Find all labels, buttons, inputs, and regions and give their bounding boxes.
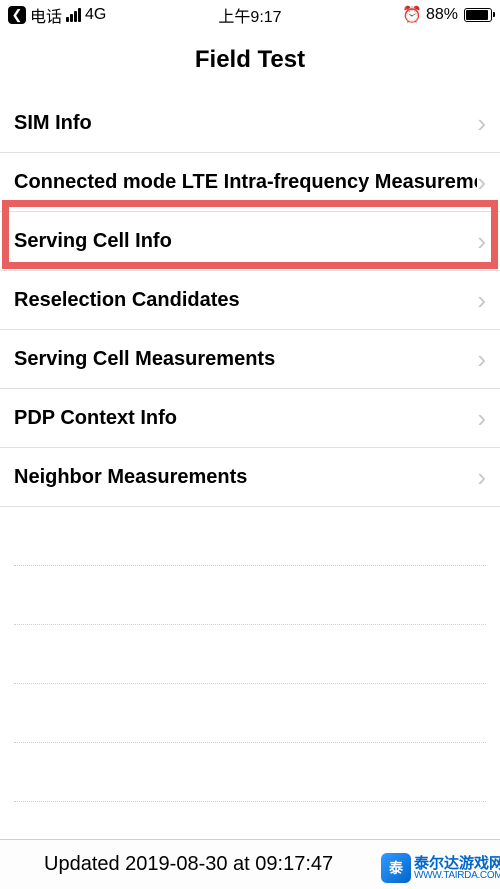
row-label: PDP Context Info bbox=[14, 407, 177, 430]
row-sim-info[interactable]: SIM Info › bbox=[0, 94, 500, 153]
watermark: 泰 泰尔达游戏网 WWW.TAIRDA.COM bbox=[381, 853, 500, 883]
empty-row bbox=[14, 566, 486, 625]
row-label: Connected mode LTE Intra-frequency Measu… bbox=[14, 171, 477, 194]
row-reselection-candidates[interactable]: Reselection Candidates › bbox=[0, 271, 500, 330]
chevron-right-icon: › bbox=[477, 403, 486, 434]
row-serving-cell-measurements[interactable]: Serving Cell Measurements › bbox=[0, 330, 500, 389]
status-bar: ❮ 电话 4G 上午9:17 ⏰ 88% bbox=[0, 0, 500, 30]
back-to-app-icon[interactable]: ❮ bbox=[8, 6, 26, 24]
empty-row bbox=[14, 743, 486, 802]
updated-text: Updated 2019-08-30 at 09:17:47 bbox=[44, 853, 333, 876]
row-serving-cell-info[interactable]: Serving Cell Info › bbox=[0, 212, 500, 271]
watermark-title: 泰尔达游戏网 bbox=[414, 856, 500, 871]
watermark-url: WWW.TAIRDA.COM bbox=[414, 871, 500, 881]
chevron-right-icon: › bbox=[477, 285, 486, 316]
row-connected-mode-lte[interactable]: Connected mode LTE Intra-frequency Measu… bbox=[0, 153, 500, 212]
empty-row bbox=[14, 684, 486, 743]
empty-row bbox=[14, 507, 486, 566]
chevron-right-icon: › bbox=[477, 108, 486, 139]
back-app-label[interactable]: 电话 bbox=[30, 3, 62, 27]
chevron-right-icon: › bbox=[477, 226, 486, 257]
chevron-right-icon: › bbox=[477, 344, 486, 375]
empty-row bbox=[14, 625, 486, 684]
status-right: ⏰ 88% bbox=[402, 5, 492, 25]
network-label: 4G bbox=[85, 6, 106, 24]
battery-percent: 88% bbox=[426, 6, 458, 24]
menu-list: SIM Info › Connected mode LTE Intra-freq… bbox=[0, 94, 500, 802]
watermark-logo-icon: 泰 bbox=[381, 853, 411, 883]
battery-icon bbox=[464, 8, 492, 22]
row-label: Serving Cell Measurements bbox=[14, 348, 275, 371]
row-label: Neighbor Measurements bbox=[14, 466, 247, 489]
row-pdp-context-info[interactable]: PDP Context Info › bbox=[0, 389, 500, 448]
nav-header: Field Test bbox=[0, 30, 500, 94]
status-left: ❮ 电话 4G bbox=[8, 3, 106, 27]
chevron-right-icon: › bbox=[477, 167, 486, 198]
alarm-icon: ⏰ bbox=[402, 5, 422, 25]
page-title: Field Test bbox=[0, 46, 500, 74]
signal-icon bbox=[66, 8, 81, 22]
row-label: Serving Cell Info bbox=[14, 230, 172, 253]
row-label: Reselection Candidates bbox=[14, 289, 240, 312]
status-time: 上午9:17 bbox=[218, 3, 281, 27]
chevron-right-icon: › bbox=[477, 462, 486, 493]
row-neighbor-measurements[interactable]: Neighbor Measurements › bbox=[0, 448, 500, 507]
row-label: SIM Info bbox=[14, 112, 92, 135]
